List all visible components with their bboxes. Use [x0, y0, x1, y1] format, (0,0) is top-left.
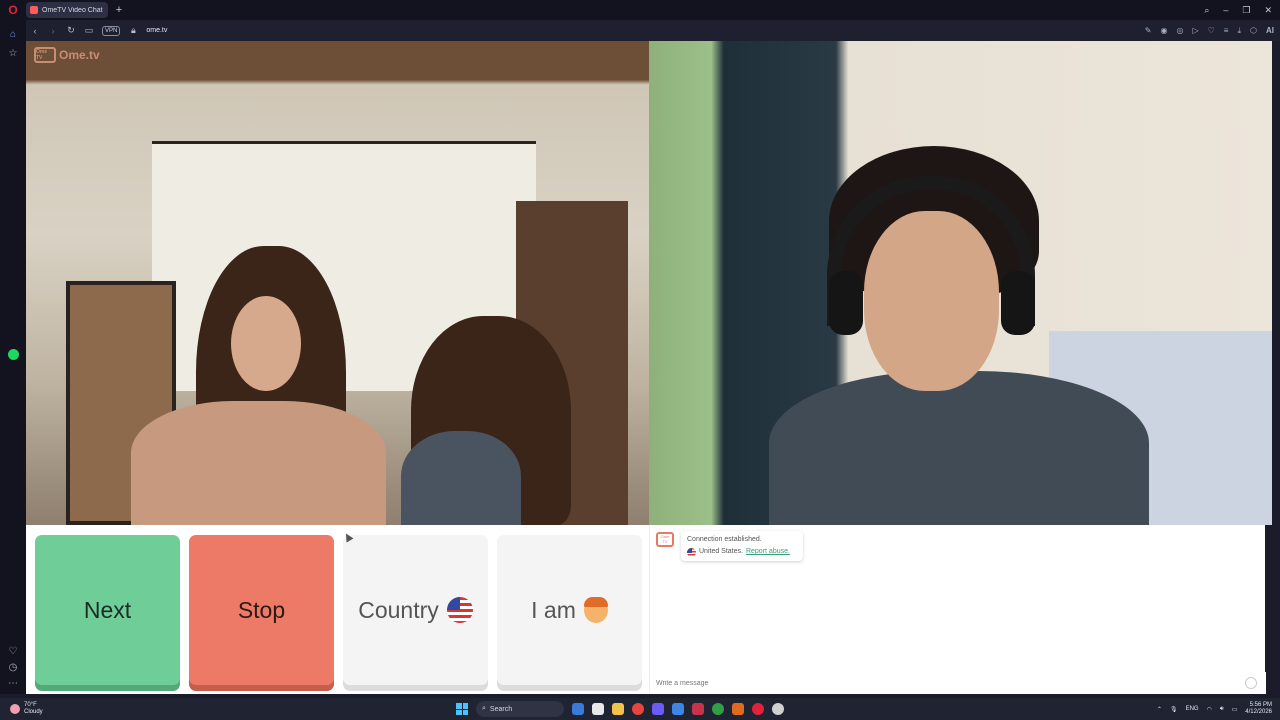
- vpn-badge[interactable]: VPN: [102, 25, 121, 36]
- taskbar-apps: ⌕ Search: [456, 698, 784, 720]
- search-label: Search: [489, 705, 513, 713]
- weather-desc: Cloudy: [24, 709, 43, 715]
- headset-cup-right: [1001, 271, 1035, 335]
- reload-icon[interactable]: ↻: [66, 25, 76, 36]
- tab-title: OmeTV Video Chat -: [42, 6, 104, 14]
- heart-icon[interactable]: ♡: [1208, 26, 1215, 35]
- camera-icon[interactable]: ◉: [1161, 26, 1168, 35]
- new-tab-button[interactable]: +: [112, 3, 126, 17]
- play-icon[interactable]: ▷: [1192, 26, 1198, 35]
- close-button[interactable]: ✕: [1264, 5, 1272, 16]
- us-flag-icon: [687, 547, 696, 557]
- store-icon[interactable]: [672, 703, 684, 715]
- time: 5:56 PM: [1249, 702, 1272, 708]
- edit-icon[interactable]: ✎: [1145, 26, 1152, 35]
- stop-label: Stop: [237, 596, 286, 623]
- country-button[interactable]: Country: [343, 535, 488, 685]
- url-field[interactable]: ome.tv: [146, 27, 167, 34]
- battery-icon[interactable]: ▭: [1232, 706, 1238, 713]
- wifi-icon[interactable]: ◠: [1207, 706, 1212, 713]
- opera-logo-icon[interactable]: O: [0, 0, 26, 20]
- boy-emoji-icon: [583, 597, 608, 623]
- forward-icon[interactable]: ›: [48, 26, 58, 36]
- chat-panel: Ome TV Connection established. United St…: [649, 525, 1266, 694]
- spotify-icon[interactable]: [6, 347, 20, 361]
- browser-sidebar: ⌂ ☆ ♡ ◷ ⋯: [0, 20, 26, 694]
- ai-button[interactable]: AI: [1266, 26, 1274, 35]
- stranger-video: Ome TV Ome.tv: [26, 41, 649, 525]
- person-body: [131, 401, 386, 525]
- widgets-icon[interactable]: [592, 703, 604, 715]
- opera-icon[interactable]: [752, 703, 764, 715]
- more-icon[interactable]: ⋯: [6, 676, 20, 690]
- next-label: Next: [83, 596, 132, 623]
- instagram-icon[interactable]: [692, 703, 704, 715]
- chrome-canary-icon[interactable]: [732, 703, 744, 715]
- volume-icon[interactable]: 🔊︎: [1220, 706, 1224, 713]
- self-body: [769, 371, 1149, 525]
- message-input[interactable]: [650, 672, 1266, 694]
- address-bar: ‹ › ↻ ▭ VPN 🔒︎ ome.tv ✎ ◉ ◎ ▷ ♡ ≡ ⤓ ⬡ AI: [26, 20, 1280, 41]
- back-icon[interactable]: ‹: [30, 26, 40, 36]
- emoji-icon[interactable]: [1245, 677, 1257, 689]
- chrome-icon[interactable]: [632, 703, 644, 715]
- gender-button[interactable]: I am: [497, 535, 642, 685]
- windows-start-icon[interactable]: [456, 703, 468, 715]
- extensions-icon[interactable]: ⬡: [1250, 26, 1257, 35]
- xbox-icon[interactable]: [712, 703, 724, 715]
- windows-taskbar: 70°F Cloudy ⌕ Search ⌃ 🎙︎ ENG ◠ 🔊︎ ▭ 5:5…: [0, 698, 1280, 720]
- person-face: [231, 296, 301, 391]
- us-flag-icon: [446, 597, 473, 623]
- heart-icon[interactable]: ♡: [6, 644, 20, 658]
- star-icon[interactable]: ☆: [6, 46, 20, 60]
- history-icon[interactable]: ◷: [6, 660, 20, 674]
- teams-icon[interactable]: [652, 703, 664, 715]
- chat-controls: Next Stop Country I am: [26, 525, 649, 694]
- search-tabs-icon[interactable]: ⌕: [1204, 5, 1209, 16]
- language-indicator[interactable]: ENG: [1186, 706, 1199, 712]
- tv-logo-icon: Ome TV: [34, 47, 56, 63]
- download-icon[interactable]: ⤓: [1237, 26, 1241, 36]
- headset-cup-left: [829, 271, 863, 335]
- next-button[interactable]: Next: [35, 535, 180, 685]
- github-icon[interactable]: [772, 703, 784, 715]
- menu-icon[interactable]: ≡: [1224, 26, 1229, 35]
- mic-icon[interactable]: 🎙︎: [1170, 706, 1178, 713]
- temperature: 70°F: [24, 702, 37, 708]
- window-controls: ⌕ – ❐ ✕: [1204, 0, 1280, 20]
- search-icon: ⌕: [482, 705, 486, 712]
- self-video: [649, 41, 1272, 525]
- weather-widget[interactable]: 70°F Cloudy: [10, 698, 43, 720]
- home-icon[interactable]: ⌂: [6, 27, 20, 41]
- minimize-button[interactable]: –: [1223, 5, 1228, 15]
- system-tray: ⌃ 🎙︎ ENG ◠ 🔊︎ ▭ 5:56 PM 4/12/2026: [1157, 698, 1272, 720]
- iam-label: I am: [531, 596, 576, 623]
- weather-icon: [10, 704, 20, 714]
- taskbar-search[interactable]: ⌕ Search: [476, 701, 564, 717]
- tab-ometv[interactable]: OmeTV Video Chat -: [26, 2, 108, 18]
- person2-shirt: [401, 431, 521, 525]
- partner-country: United States.: [699, 548, 743, 555]
- snapshot-icon[interactable]: ◎: [1176, 26, 1183, 35]
- connection-status: Connection established.: [687, 536, 762, 543]
- chevron-up-icon[interactable]: ⌃: [1157, 706, 1162, 713]
- tab-strip: O OmeTV Video Chat - + ⌕ – ❐ ✕: [0, 0, 1280, 20]
- restore-button[interactable]: ❐: [1242, 5, 1250, 16]
- clock[interactable]: 5:56 PM 4/12/2026: [1245, 702, 1272, 716]
- address-bar-tools: ✎ ◉ ◎ ▷ ♡ ≡ ⤓ ⬡ AI: [1145, 20, 1274, 41]
- lock-icon[interactable]: 🔒︎: [128, 25, 138, 36]
- ometv-watermark: Ome TV Ome.tv: [34, 47, 100, 63]
- country-label: Country: [358, 596, 439, 623]
- file-explorer-icon[interactable]: [612, 703, 624, 715]
- date: 4/12/2026: [1245, 709, 1272, 715]
- report-abuse-link[interactable]: Report abuse.: [746, 546, 790, 558]
- system-message: Connection established. United States. R…: [681, 531, 803, 561]
- stop-button[interactable]: Stop: [189, 535, 334, 685]
- watermark-text: Ome.tv: [59, 48, 100, 62]
- ometv-chat-logo-icon: Ome TV: [656, 532, 674, 547]
- ometv-favicon-icon: [30, 6, 38, 14]
- task-view-icon[interactable]: [572, 703, 584, 715]
- tab-snap-icon[interactable]: ▭: [84, 25, 94, 36]
